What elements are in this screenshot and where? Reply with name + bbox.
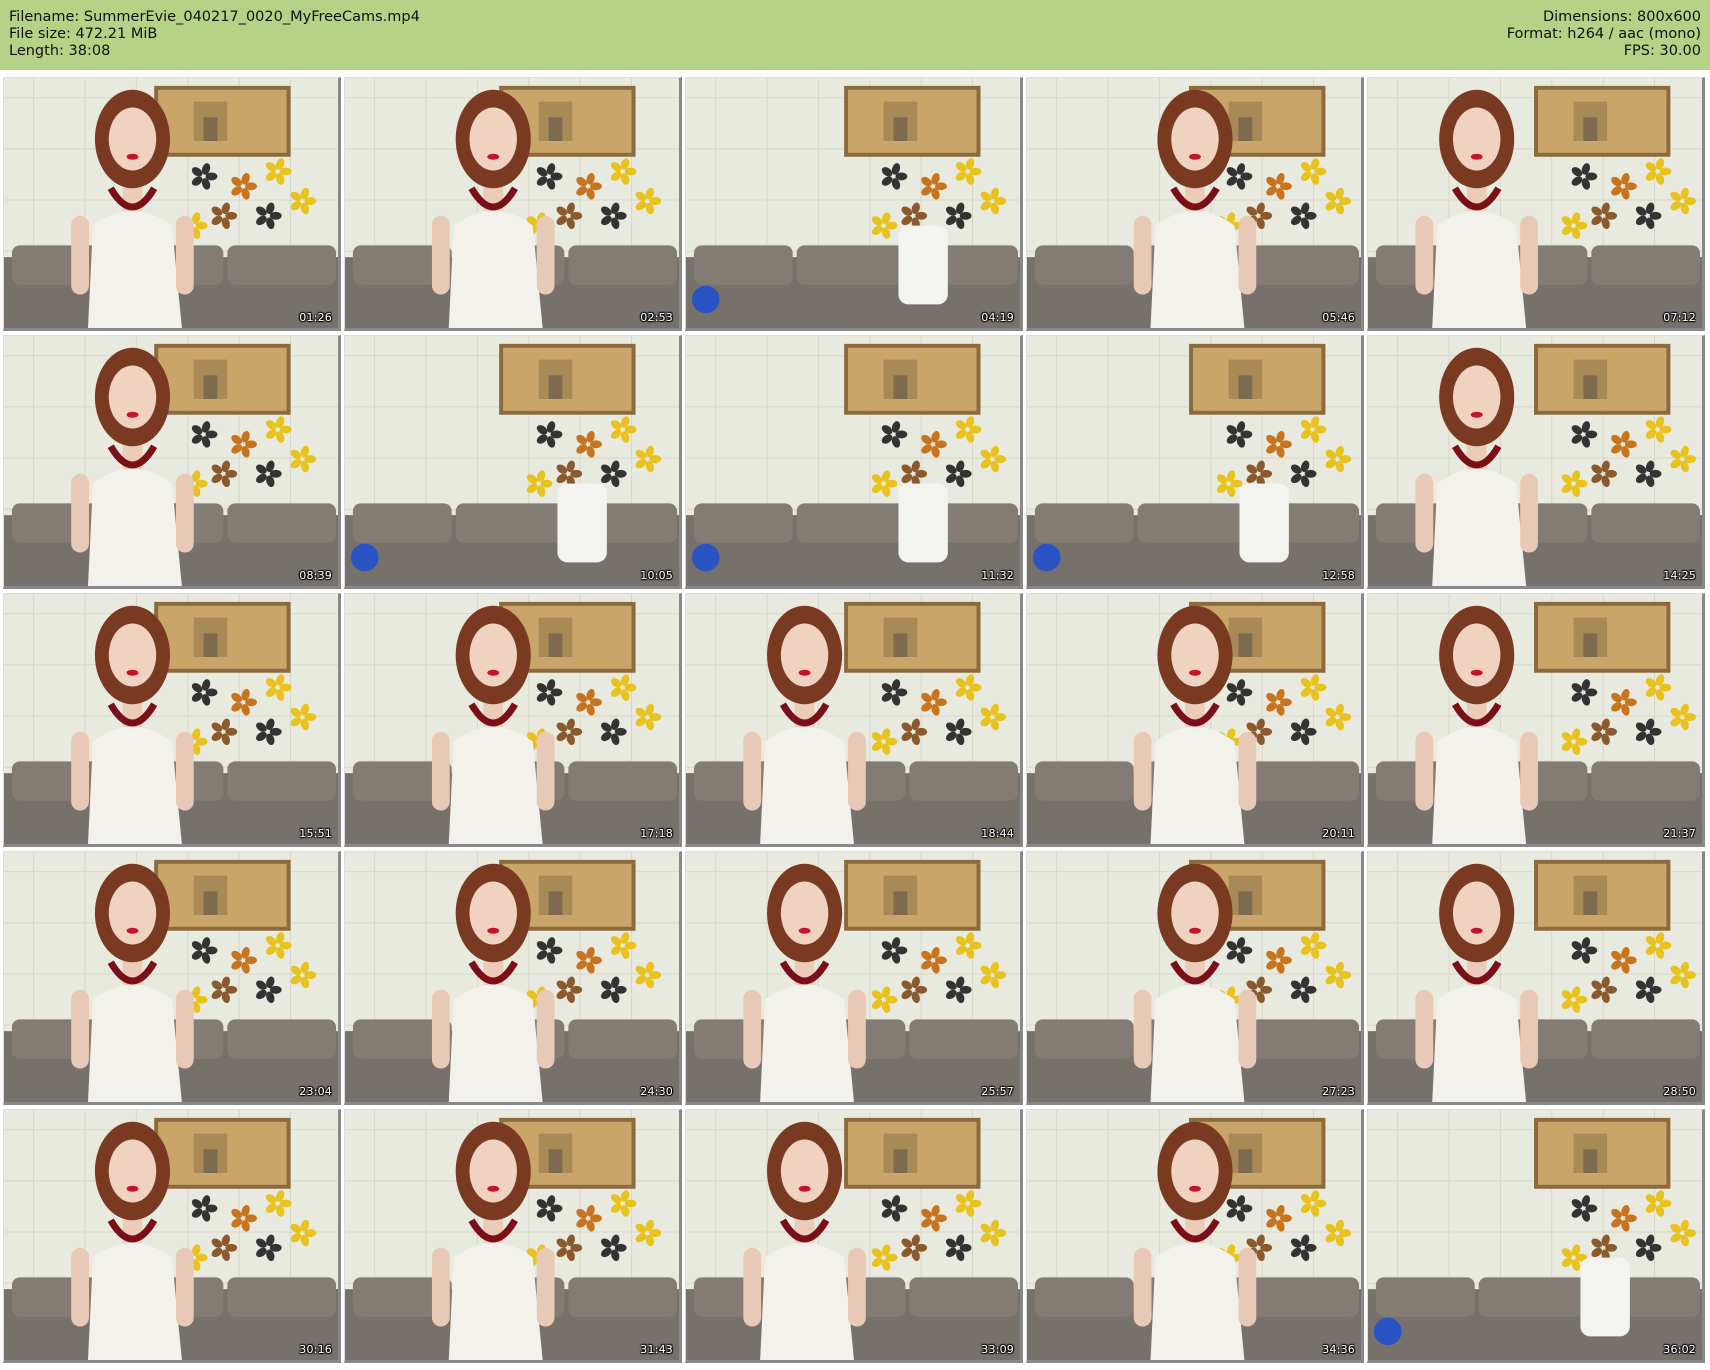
timestamp-label: 31:43 [640, 1343, 673, 1356]
filesize-label: File size: 472.21 MiB [9, 26, 158, 42]
frame-image [345, 336, 679, 586]
frame-image [1027, 336, 1361, 586]
frame-image [345, 78, 679, 328]
timestamp-label: 20:11 [1322, 827, 1355, 840]
timestamp-label: 36:02 [1663, 1343, 1696, 1356]
frame-image [4, 336, 338, 586]
video-frame-thumbnail[interactable]: 07:12 [1367, 77, 1705, 331]
frame-image [1368, 594, 1702, 844]
video-frame-thumbnail[interactable]: 23:04 [3, 851, 341, 1105]
thumbnail-grid: 01:26 02:53 04:19 05:46 07:12 08:39 10:05 11:32… [3, 77, 1707, 1363]
timestamp-label: 10:05 [640, 569, 673, 582]
frame-image [345, 1110, 679, 1360]
info-left: Filename: SummerEvie_040217_0020_MyFreeC… [9, 9, 420, 60]
timestamp-label: 30:16 [299, 1343, 332, 1356]
frame-image [1027, 1110, 1361, 1360]
timestamp-label: 15:51 [299, 827, 332, 840]
video-frame-thumbnail[interactable]: 30:16 [3, 1109, 341, 1363]
timestamp-label: 28:50 [1663, 1085, 1696, 1098]
timestamp-label: 05:46 [1322, 311, 1355, 324]
video-frame-thumbnail[interactable]: 14:25 [1367, 335, 1705, 589]
timestamp-label: 04:19 [981, 311, 1014, 324]
frame-image [686, 1110, 1020, 1360]
timestamp-label: 27:23 [1322, 1085, 1355, 1098]
video-frame-thumbnail[interactable]: 33:09 [685, 1109, 1023, 1363]
timestamp-label: 12:58 [1322, 569, 1355, 582]
dimensions-label: Dimensions: 800x600 [1542, 9, 1701, 25]
frame-image [1368, 1110, 1702, 1360]
video-frame-thumbnail[interactable]: 27:23 [1026, 851, 1364, 1105]
frame-image [4, 594, 338, 844]
frame-image [1027, 594, 1361, 844]
frame-image [1027, 78, 1361, 328]
video-frame-thumbnail[interactable]: 12:58 [1026, 335, 1364, 589]
video-frame-thumbnail[interactable]: 28:50 [1367, 851, 1705, 1105]
frame-image [686, 594, 1020, 844]
video-frame-thumbnail[interactable]: 15:51 [3, 593, 341, 847]
info-header: Filename: SummerEvie_040217_0020_MyFreeC… [0, 0, 1710, 70]
timestamp-label: 17:18 [640, 827, 673, 840]
timestamp-label: 08:39 [299, 569, 332, 582]
video-frame-thumbnail[interactable]: 02:53 [344, 77, 682, 331]
length-label: Length: 38:08 [9, 43, 111, 59]
video-frame-thumbnail[interactable]: 21:37 [1367, 593, 1705, 847]
frame-image [686, 78, 1020, 328]
timestamp-label: 11:32 [981, 569, 1014, 582]
frame-image [345, 594, 679, 844]
format-label: Format: h264 / aac (mono) [1506, 26, 1701, 42]
video-frame-thumbnail[interactable]: 31:43 [344, 1109, 682, 1363]
video-frame-thumbnail[interactable]: 11:32 [685, 335, 1023, 589]
timestamp-label: 21:37 [1663, 827, 1696, 840]
timestamp-label: 07:12 [1663, 311, 1696, 324]
fps-label: FPS: 30.00 [1623, 43, 1701, 59]
filename-label: Filename: SummerEvie_040217_0020_MyFreeC… [9, 9, 420, 25]
video-frame-thumbnail[interactable]: 01:26 [3, 77, 341, 331]
timestamp-label: 18:44 [981, 827, 1014, 840]
video-frame-thumbnail[interactable]: 05:46 [1026, 77, 1364, 331]
video-frame-thumbnail[interactable]: 24:30 [344, 851, 682, 1105]
frame-image [4, 1110, 338, 1360]
timestamp-label: 23:04 [299, 1085, 332, 1098]
timestamp-label: 02:53 [640, 311, 673, 324]
video-frame-thumbnail[interactable]: 25:57 [685, 851, 1023, 1105]
frame-image [1368, 78, 1702, 328]
video-frame-thumbnail[interactable]: 34:36 [1026, 1109, 1364, 1363]
frame-image [345, 852, 679, 1102]
video-frame-thumbnail[interactable]: 20:11 [1026, 593, 1364, 847]
frame-image [1368, 336, 1702, 586]
timestamp-label: 01:26 [299, 311, 332, 324]
frame-image [4, 78, 338, 328]
frame-image [686, 336, 1020, 586]
timestamp-label: 24:30 [640, 1085, 673, 1098]
video-frame-thumbnail[interactable]: 17:18 [344, 593, 682, 847]
video-frame-thumbnail[interactable]: 36:02 [1367, 1109, 1705, 1363]
timestamp-label: 14:25 [1663, 569, 1696, 582]
video-frame-thumbnail[interactable]: 18:44 [685, 593, 1023, 847]
video-frame-thumbnail[interactable]: 08:39 [3, 335, 341, 589]
info-right: Dimensions: 800x600 Format: h264 / aac (… [1507, 9, 1701, 60]
video-frame-thumbnail[interactable]: 10:05 [344, 335, 682, 589]
frame-image [1027, 852, 1361, 1102]
video-frame-thumbnail[interactable]: 04:19 [685, 77, 1023, 331]
timestamp-label: 34:36 [1322, 1343, 1355, 1356]
frame-image [1368, 852, 1702, 1102]
timestamp-label: 33:09 [981, 1343, 1014, 1356]
frame-image [4, 852, 338, 1102]
frame-image [686, 852, 1020, 1102]
timestamp-label: 25:57 [981, 1085, 1014, 1098]
